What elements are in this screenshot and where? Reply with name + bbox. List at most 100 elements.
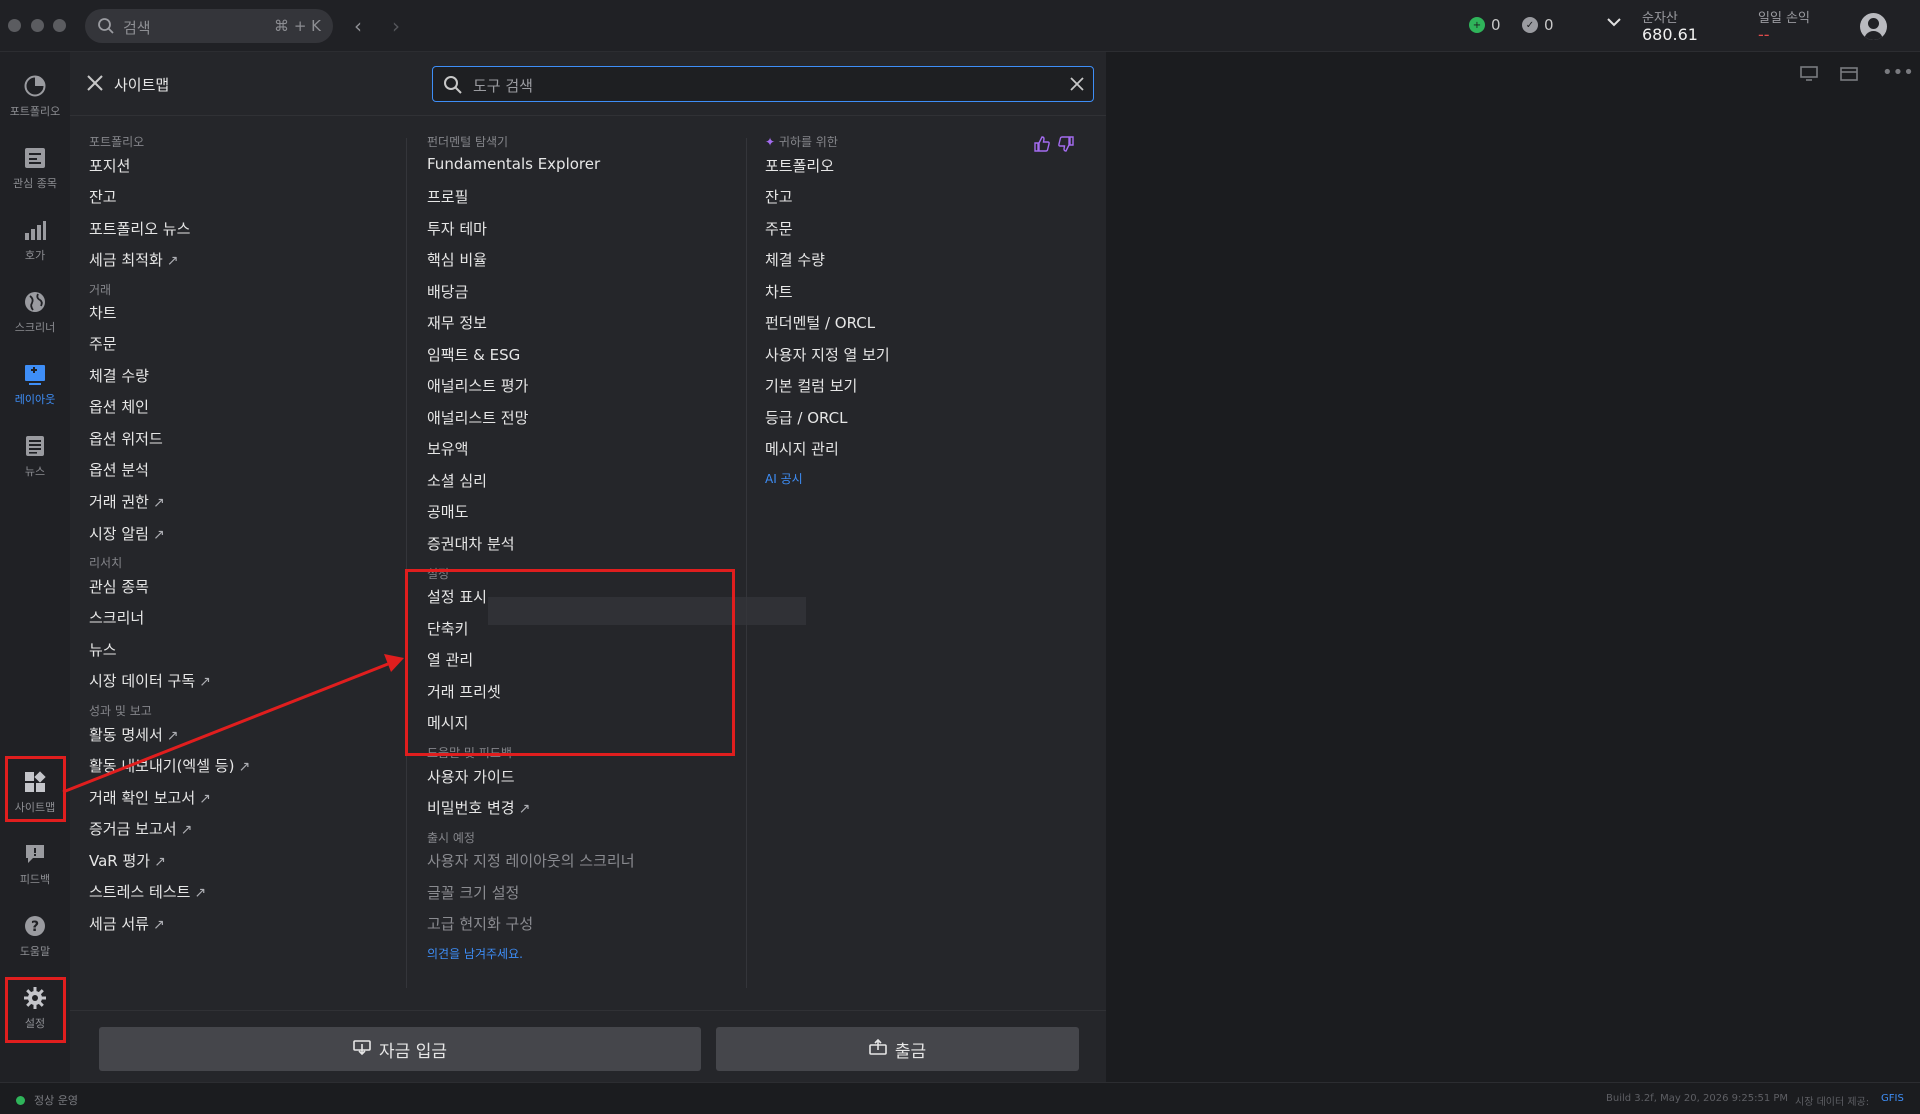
- link-custom-columns[interactable]: 사용자 지정 열 보기: [765, 344, 890, 365]
- link-margin-report[interactable]: 증거금 보고서 ↗: [89, 818, 192, 839]
- link-option-chain[interactable]: 옵션 체인: [89, 396, 149, 417]
- link-option-wizard[interactable]: 옵션 위저드: [89, 428, 163, 449]
- link-label: 거래 확인 보고서: [89, 789, 196, 807]
- nav-portfolio[interactable]: 포트폴리오: [0, 61, 70, 127]
- clear-search-icon[interactable]: [1069, 76, 1085, 96]
- section-research: 리서치: [89, 556, 123, 570]
- market-data-provider-link[interactable]: GFIS: [1881, 1093, 1904, 1104]
- link-fills[interactable]: 체결 수량: [765, 249, 825, 270]
- annotation-box-settings-section: [405, 569, 735, 756]
- link-label: 증거금 보고서: [89, 820, 177, 838]
- link-change-password[interactable]: 비밀번호 변경 ↗: [427, 797, 530, 818]
- external-link-icon: ↗: [152, 495, 165, 511]
- layout-icon: [22, 361, 48, 387]
- link-chart[interactable]: 차트: [89, 302, 117, 323]
- nav-feedback[interactable]: 피드백: [0, 829, 70, 895]
- link-user-guide[interactable]: 사용자 가이드: [427, 766, 515, 787]
- green-status-count[interactable]: + 0: [1469, 16, 1501, 34]
- global-search-input[interactable]: 검색 ⌘ + K: [85, 9, 333, 43]
- gray-status-count[interactable]: ✓ 0: [1522, 16, 1554, 34]
- search-icon: [443, 75, 463, 99]
- link-order[interactable]: 주문: [765, 218, 793, 239]
- item-font-size: 글꼴 크기 설정: [427, 884, 520, 902]
- top-bar: 검색 ⌘ + K ‹ › + 0 ✓ 0 순자산 680.61 일일 손익 --: [0, 0, 1920, 52]
- ai-disclosure-link[interactable]: AI 공시: [765, 470, 803, 487]
- monitor-icon[interactable]: [1800, 66, 1818, 86]
- nav-help[interactable]: ? 도움말: [0, 901, 70, 967]
- deposit-button[interactable]: 자금 입금: [99, 1027, 701, 1071]
- link-portfolio-news[interactable]: 포트폴리오 뉴스: [89, 218, 190, 239]
- link-social-sentiment[interactable]: 소셜 심리: [427, 470, 487, 491]
- link-analyst-forecast[interactable]: 애널리스트 전망: [427, 407, 528, 428]
- window-minimize-button[interactable]: [31, 19, 44, 32]
- window-maximize-button[interactable]: [53, 19, 66, 32]
- link-short-selling[interactable]: 공매도: [427, 501, 468, 522]
- nav-quote[interactable]: 호가: [0, 205, 70, 271]
- tool-search-input[interactable]: 도구 검색: [432, 66, 1094, 102]
- gray-count-value: 0: [1544, 16, 1554, 34]
- link-market-data-subscriptions[interactable]: 시장 데이터 구독 ↗: [89, 670, 211, 691]
- link-news[interactable]: 뉴스: [89, 639, 117, 660]
- link-positions[interactable]: 포지션: [89, 155, 130, 176]
- link-market-alerts[interactable]: 시장 알림 ↗: [89, 523, 165, 544]
- withdraw-icon: [869, 1038, 887, 1061]
- link-screener[interactable]: 스크리너: [89, 607, 144, 628]
- link-impact-esg[interactable]: 임팩트 & ESG: [427, 344, 520, 365]
- link-securities-lending[interactable]: 증권대차 분석: [427, 533, 515, 554]
- link-fundamentals-explorer[interactable]: Fundamentals Explorer: [427, 155, 600, 173]
- window-layout-icon[interactable]: [1840, 66, 1858, 86]
- link-stress-test[interactable]: 스트레스 테스트 ↗: [89, 881, 206, 902]
- link-chart[interactable]: 차트: [765, 281, 793, 302]
- withdraw-button[interactable]: 출금: [716, 1027, 1079, 1071]
- link-key-ratios[interactable]: 핵심 비율: [427, 249, 487, 270]
- thumbs-up-icon[interactable]: [1034, 136, 1050, 156]
- nav-screener[interactable]: 스크리너: [0, 277, 70, 343]
- window-close-button[interactable]: [8, 19, 21, 32]
- link-investment-theme[interactable]: 투자 테마: [427, 218, 487, 239]
- close-icon[interactable]: [86, 74, 104, 96]
- external-link-icon: ↗: [166, 728, 179, 744]
- external-link-icon: ↗: [199, 791, 211, 807]
- link-activity-export[interactable]: 활동 내보내기(엑셀 등) ↗: [89, 755, 250, 776]
- link-message-management[interactable]: 메시지 관리: [765, 438, 839, 459]
- nav-label: 스크리너: [14, 321, 56, 334]
- user-avatar-icon[interactable]: [1860, 13, 1887, 40]
- link-rating-orcl[interactable]: 등급 / ORCL: [765, 407, 848, 428]
- link-balance[interactable]: 잔고: [89, 186, 117, 207]
- leave-feedback-link[interactable]: 의견을 남겨주세요.: [427, 945, 523, 962]
- link-var[interactable]: VaR 평가 ↗: [89, 850, 166, 871]
- link-dividends[interactable]: 배당금: [427, 281, 468, 302]
- panel-footer: 자금 입금 출금: [70, 1010, 1106, 1082]
- daily-pl-value: --: [1758, 25, 1770, 44]
- link-trade-confirmation[interactable]: 거래 확인 보고서 ↗: [89, 787, 211, 808]
- more-options-icon[interactable]: •••: [1882, 62, 1914, 83]
- nav-layout[interactable]: 레이아웃: [0, 349, 70, 415]
- link-order[interactable]: 주문: [89, 333, 117, 354]
- chevron-down-icon[interactable]: [1606, 14, 1622, 34]
- link-option-analysis[interactable]: 옵션 분석: [89, 459, 149, 480]
- nav-label: 호가: [24, 249, 46, 262]
- link-trading-permissions[interactable]: 거래 권한 ↗: [89, 491, 165, 512]
- thumbs-down-icon[interactable]: [1058, 136, 1074, 156]
- link-analyst-ratings[interactable]: 애널리스트 평가: [427, 375, 528, 396]
- section-performance: 성과 및 보고: [89, 704, 152, 718]
- nav-news[interactable]: 뉴스: [0, 421, 70, 487]
- nav-watchlist[interactable]: 관심 종목: [0, 133, 70, 199]
- link-tax-optimizer[interactable]: 세금 최적화 ↗: [89, 249, 179, 270]
- link-activity-statement[interactable]: 활동 명세서 ↗: [89, 724, 179, 745]
- forward-arrow-icon[interactable]: ›: [392, 14, 400, 38]
- check-circle-icon: ✓: [1522, 17, 1538, 33]
- link-fundamentals-orcl[interactable]: 펀더멘털 / ORCL: [765, 312, 875, 333]
- link-tax-documents[interactable]: 세금 서류 ↗: [89, 913, 165, 934]
- link-profile[interactable]: 프로필: [427, 186, 468, 207]
- link-balance[interactable]: 잔고: [765, 186, 793, 207]
- link-basic-columns[interactable]: 기본 컬럼 보기: [765, 375, 857, 396]
- link-portfolio[interactable]: 포트폴리오: [765, 155, 834, 176]
- link-label: 세금 최적화: [89, 251, 163, 269]
- link-watchlist[interactable]: 관심 종목: [89, 576, 149, 597]
- link-ownership[interactable]: 보유액: [427, 438, 468, 459]
- back-arrow-icon[interactable]: ‹: [354, 14, 362, 38]
- link-financials[interactable]: 재무 정보: [427, 312, 487, 333]
- nav-label: 피드백: [19, 873, 51, 886]
- link-fills[interactable]: 체결 수량: [89, 365, 149, 386]
